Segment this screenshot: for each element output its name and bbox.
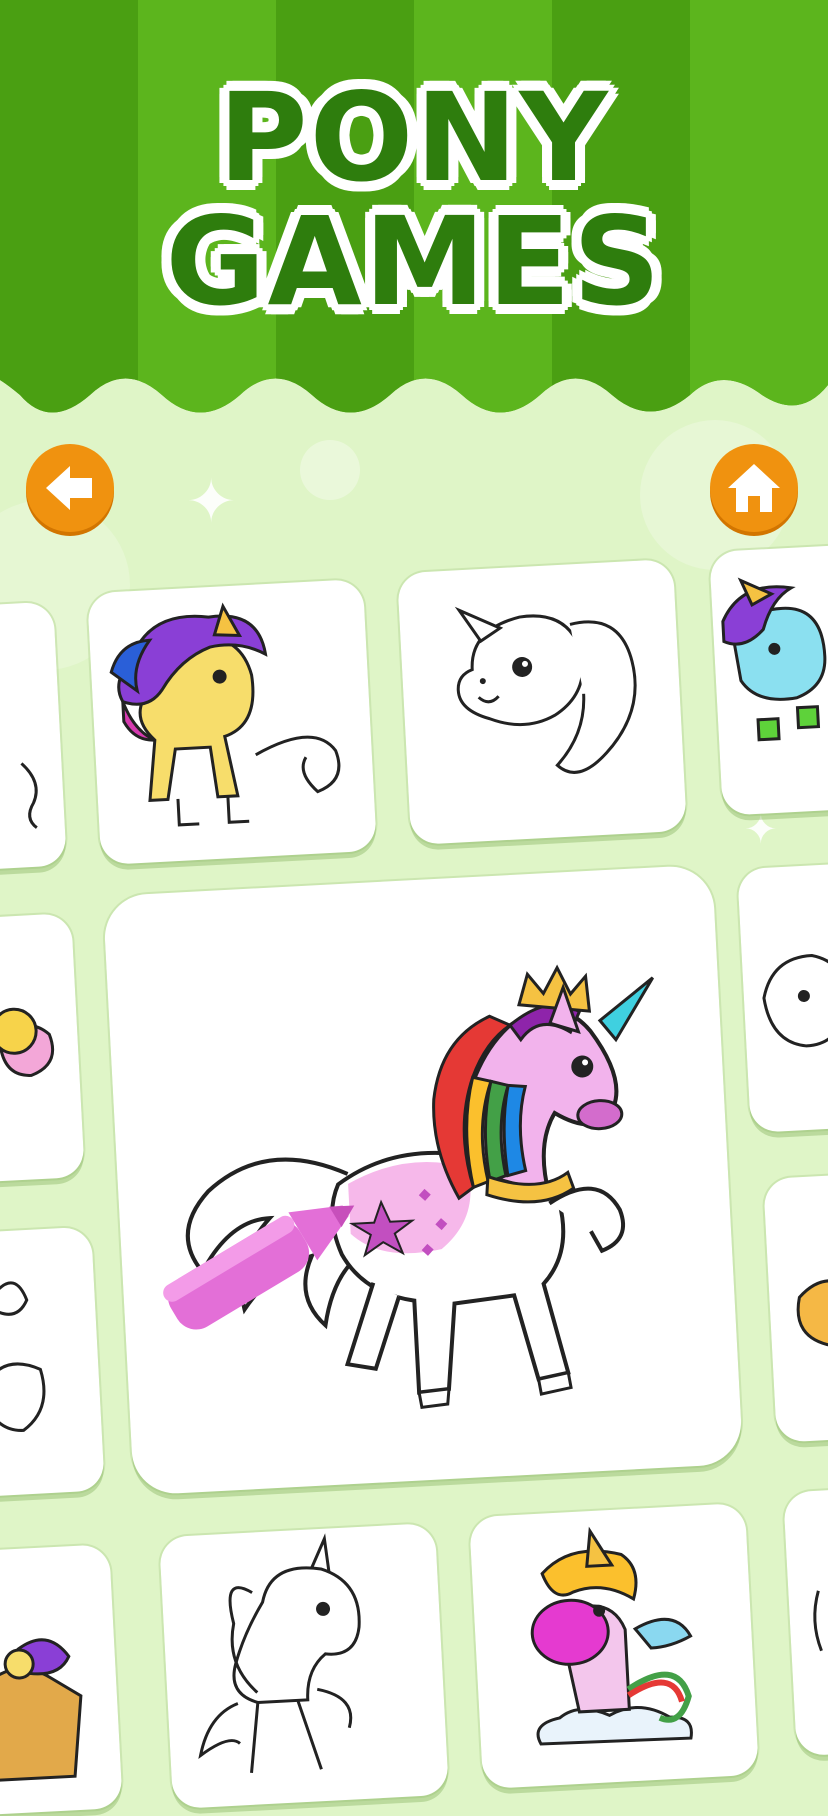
sparkle-icon: ✦: [186, 467, 237, 537]
back-arrow-icon: [46, 466, 92, 510]
unicorn-baby-icon: [530, 1526, 693, 1746]
picture-card-yellow-unicorn[interactable]: [87, 578, 377, 866]
title-line-2: GAMES: [165, 191, 663, 333]
picture-card-baby-rainbow-unicorn[interactable]: [469, 1502, 759, 1790]
bg-bubble: [300, 440, 360, 500]
picture-card-partial[interactable]: [763, 1173, 828, 1443]
unicorn-rainbow-icon: [185, 964, 655, 1410]
home-icon: [728, 464, 780, 512]
home-button[interactable]: [710, 444, 798, 532]
picture-card-unicorn-head[interactable]: [397, 558, 687, 846]
page-title: PONY GAMES: [0, 76, 828, 324]
unicorn-blue-icon: [721, 577, 827, 742]
unicorn-walking-icon: [198, 1533, 361, 1774]
picture-card-walking-unicorn[interactable]: [159, 1522, 449, 1810]
picture-card-blue-unicorn[interactable]: [709, 544, 828, 816]
unicorn-yellow-icon: [109, 602, 341, 827]
picture-card-partial[interactable]: [0, 1226, 105, 1498]
picture-card-partial[interactable]: [0, 913, 85, 1183]
picture-card-partial[interactable]: [737, 863, 828, 1133]
picture-card-partial[interactable]: [783, 1487, 828, 1757]
unicorn-head-icon: [454, 606, 637, 774]
title-line-1: PONY: [218, 67, 610, 209]
back-button[interactable]: [26, 444, 114, 532]
header-awning: PONY GAMES: [0, 0, 828, 420]
picture-card-partial[interactable]: [0, 1544, 123, 1816]
picture-card-featured-rainbow-unicorn[interactable]: [102, 864, 744, 1496]
